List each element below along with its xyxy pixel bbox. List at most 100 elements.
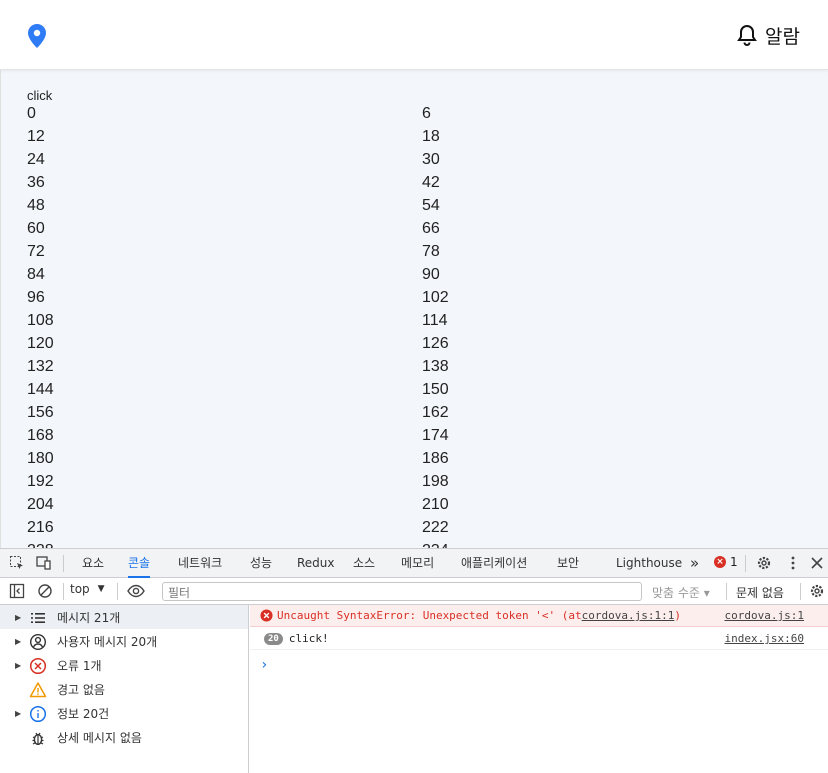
number-cell: 162 bbox=[422, 404, 449, 421]
devtools-panel: 요소 콘솔 네트워크 성능 Redux 소스 메모리 애플리케이션 보안 Lig… bbox=[0, 548, 828, 773]
number-cell: 216 bbox=[27, 519, 54, 536]
toolbar-separator bbox=[726, 583, 727, 600]
sidebar-item-warnings[interactable]: 경고 없음 bbox=[0, 677, 248, 701]
error-inline-link[interactable]: cordova.js:1:1 bbox=[582, 609, 675, 622]
warning-icon bbox=[29, 682, 47, 698]
info-icon bbox=[29, 705, 47, 723]
live-expression-eye-icon[interactable] bbox=[127, 583, 145, 599]
number-cell: 204 bbox=[27, 496, 54, 513]
tab-security[interactable]: 보안 bbox=[557, 549, 579, 578]
sidebar-item-label: 오류 1개 bbox=[57, 658, 102, 673]
tab-memory[interactable]: 메모리 bbox=[401, 549, 434, 578]
number-cell: 48 bbox=[27, 197, 45, 214]
settings-gear-icon[interactable] bbox=[756, 555, 772, 571]
log-text: click! bbox=[288, 632, 329, 645]
console-prompt[interactable]: › bbox=[260, 657, 268, 673]
tab-redux[interactable]: Redux bbox=[297, 549, 335, 578]
sidebar-item-label: 상세 메시지 없음 bbox=[57, 730, 142, 745]
inspect-element-icon[interactable] bbox=[9, 555, 25, 571]
number-cell: 234 bbox=[422, 541, 449, 548]
tab-application[interactable]: 애플리케이션 bbox=[461, 549, 527, 578]
tab-elements[interactable]: 요소 bbox=[82, 549, 104, 578]
sidebar-item-verbose[interactable]: 상세 메시지 없음 bbox=[0, 725, 248, 749]
context-value: top bbox=[70, 582, 90, 596]
close-icon[interactable] bbox=[809, 555, 825, 571]
expand-triangle-icon[interactable]: ▶ bbox=[15, 709, 21, 718]
console-toolbar: top ▼ 필터 맞춤 수준 ▾ 문제 없음 bbox=[0, 578, 828, 605]
number-cell: 0 bbox=[27, 105, 36, 122]
sidebar-item-errors[interactable]: ▶ 오류 1개 bbox=[0, 653, 248, 677]
console-error-message[interactable]: Uncaught SyntaxError: Unexpected token '… bbox=[250, 605, 828, 627]
log-level-dropdown[interactable]: 맞춤 수준 ▾ bbox=[652, 584, 710, 601]
number-cell: 108 bbox=[27, 312, 54, 329]
user-icon bbox=[29, 633, 47, 651]
error-icon bbox=[29, 657, 47, 675]
tab-lighthouse[interactable]: Lighthouse bbox=[616, 549, 682, 578]
number-cell: 42 bbox=[422, 174, 440, 191]
toolbar-separator bbox=[63, 583, 64, 600]
number-cell: 192 bbox=[27, 473, 54, 490]
repeat-count-badge: 20 bbox=[264, 632, 283, 645]
console-output: Uncaught SyntaxError: Unexpected token '… bbox=[250, 605, 828, 773]
app-header: 알람 bbox=[0, 0, 828, 70]
filter-input[interactable]: 필터 bbox=[162, 582, 642, 601]
issues-button[interactable]: 문제 없음 bbox=[736, 584, 784, 601]
number-cell: 222 bbox=[422, 519, 449, 536]
number-cell: 60 bbox=[27, 220, 45, 237]
error-counter[interactable]: × 1 bbox=[714, 555, 738, 569]
number-cell: 36 bbox=[27, 174, 45, 191]
number-cell: 186 bbox=[422, 450, 449, 467]
number-cell: 138 bbox=[422, 358, 449, 375]
clear-console-icon[interactable] bbox=[37, 583, 53, 599]
kebab-menu-icon[interactable] bbox=[785, 555, 801, 571]
number-cell: 90 bbox=[422, 266, 440, 283]
error-icon: × bbox=[714, 556, 726, 568]
log-source-link[interactable]: index.jsx:60 bbox=[725, 632, 804, 645]
devtools-tab-bar: 요소 콘솔 네트워크 성능 Redux 소스 메모리 애플리케이션 보안 Lig… bbox=[0, 549, 828, 578]
context-selector[interactable]: top ▼ bbox=[70, 582, 105, 596]
tab-network[interactable]: 네트워크 bbox=[178, 549, 222, 578]
bug-icon bbox=[32, 732, 44, 746]
toolbar-separator bbox=[117, 583, 118, 600]
tab-sources[interactable]: 소스 bbox=[353, 549, 375, 578]
number-cell: 114 bbox=[422, 312, 448, 329]
alarm-button[interactable]: 알람 bbox=[737, 20, 800, 50]
number-cell: 150 bbox=[422, 381, 449, 398]
sidebar-item-user-messages[interactable]: ▶ 사용자 메시지 20개 bbox=[0, 629, 248, 653]
number-cell: 6 bbox=[422, 105, 431, 122]
console-log-message[interactable]: 20 click! index.jsx:60 bbox=[250, 628, 828, 650]
expand-triangle-icon[interactable]: ▶ bbox=[15, 661, 21, 670]
number-cell: 198 bbox=[422, 473, 449, 490]
alarm-label: 알람 bbox=[765, 25, 800, 48]
number-cell: 30 bbox=[422, 151, 440, 168]
error-source-link[interactable]: cordova.js:1 bbox=[725, 609, 804, 622]
number-cell: 78 bbox=[422, 243, 440, 260]
sidebar-item-info[interactable]: ▶ 정보 20건 bbox=[0, 701, 248, 725]
tab-separator bbox=[63, 555, 64, 572]
location-pin-icon[interactable] bbox=[28, 24, 46, 48]
sidebar-item-label: 정보 20건 bbox=[57, 706, 110, 721]
console-sidebar: ▶ 메시지 21개 ▶ 사용자 메시지 20개 ▶ 오류 1개 경고 없음 ▶ … bbox=[0, 605, 249, 773]
number-cell: 12 bbox=[27, 128, 45, 145]
error-text: Uncaught SyntaxError: Unexpected token '… bbox=[277, 609, 582, 622]
page-content: click 0 12 24 36 48 60 72 84 96 108 120 132 144 156 16… bbox=[0, 70, 828, 548]
error-count: 1 bbox=[730, 555, 738, 569]
number-cell: 126 bbox=[422, 335, 449, 352]
sidebar-item-messages[interactable]: ▶ 메시지 21개 bbox=[0, 605, 248, 629]
device-toolbar-icon[interactable] bbox=[36, 555, 52, 571]
console-settings-gear-icon[interactable] bbox=[809, 583, 825, 599]
number-cell: 144 bbox=[27, 381, 54, 398]
number-cell: 210 bbox=[422, 496, 449, 513]
number-cell: 156 bbox=[27, 404, 54, 421]
number-cell: 54 bbox=[422, 197, 440, 214]
expand-triangle-icon[interactable]: ▶ bbox=[15, 613, 21, 622]
sidebar-toggle-icon[interactable] bbox=[9, 583, 25, 599]
sidebar-item-label: 메시지 21개 bbox=[57, 610, 121, 625]
number-cell: 132 bbox=[27, 358, 54, 375]
more-tabs-button[interactable]: » bbox=[690, 549, 699, 578]
tab-console[interactable]: 콘솔 bbox=[128, 549, 151, 578]
number-cell: 180 bbox=[27, 450, 54, 467]
tab-performance[interactable]: 성능 bbox=[250, 549, 272, 578]
expand-triangle-icon[interactable]: ▶ bbox=[15, 637, 21, 646]
error-circle-icon bbox=[260, 609, 273, 622]
